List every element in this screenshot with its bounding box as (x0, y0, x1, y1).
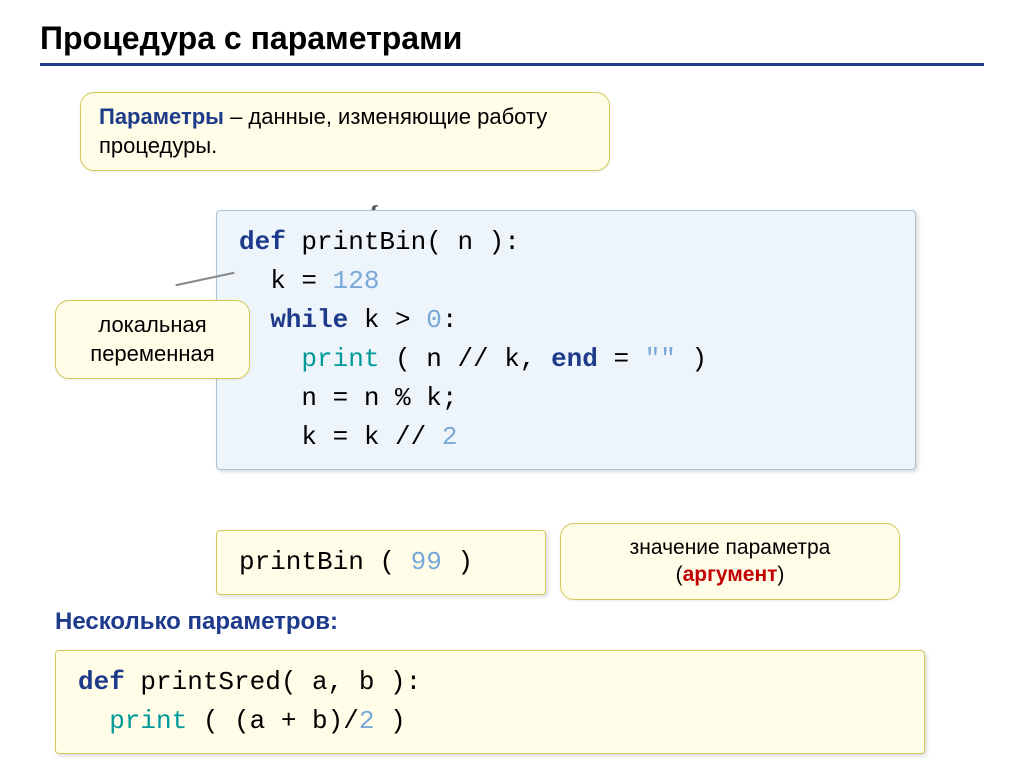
code-printsred: def printSred( a, b ): print ( (a + b)/2… (55, 650, 925, 754)
code-procedure: def printBin( n ): k = 128 while k > 0: … (216, 210, 916, 470)
arg-keyword: аргумент (683, 563, 778, 586)
params-keyword: Параметры (99, 104, 224, 129)
subtitle-multiple-params: Несколько параметров: (55, 608, 338, 636)
code-call: printBin ( 99 ) (216, 530, 546, 595)
callout-local-variable: локальная переменная (55, 300, 250, 379)
callout-parameters: Параметры – данные, изменяющие работу пр… (80, 92, 610, 171)
title-underline (40, 63, 984, 66)
page-title: Процедура с параметрами (40, 20, 984, 57)
callout-argument: значение параметра (аргумент) (560, 523, 900, 600)
arg-line1: значение параметра (630, 536, 831, 559)
